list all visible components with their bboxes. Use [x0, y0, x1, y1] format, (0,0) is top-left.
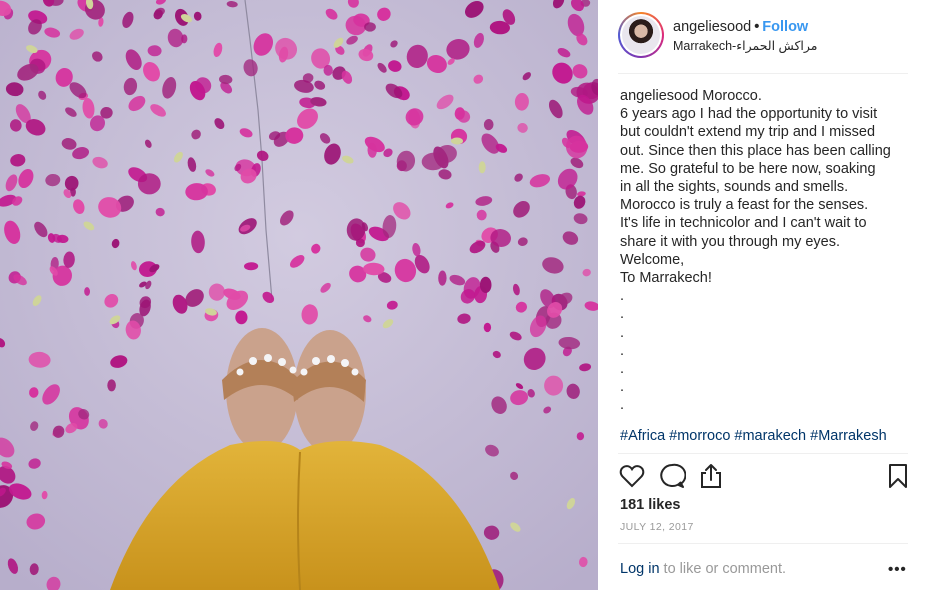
- petal: [483, 322, 492, 333]
- post-header: angeliesood • Follow Marrakech-مراكش الحمر…: [598, 0, 928, 74]
- more-options-icon[interactable]: •••: [888, 561, 907, 578]
- hashtag-link[interactable]: #marakech: [734, 428, 806, 444]
- caption-line: share it with you through my eyes.: [620, 233, 841, 250]
- petal: [137, 173, 161, 195]
- action-bar: [618, 462, 912, 492]
- divider: [618, 453, 908, 454]
- caption-line: .: [620, 397, 625, 414]
- caption-line: To Marrakech!: [620, 270, 712, 287]
- caption-line: out. Since then this place has been call…: [620, 142, 891, 159]
- caption-first-line: Morocco.: [702, 88, 762, 104]
- caption-line: .: [620, 361, 625, 378]
- petal: [107, 379, 116, 392]
- caption-line: 6 years ago I had the opportunity to vis…: [620, 106, 878, 123]
- login-link[interactable]: Log in: [620, 561, 660, 577]
- post-photo[interactable]: [0, 0, 598, 590]
- hashtag-link[interactable]: #Africa: [620, 428, 665, 444]
- caption-body: 6 years ago I had the opportunity to vis…: [620, 105, 916, 414]
- user-line: angeliesood • Follow: [673, 19, 808, 35]
- caption-line: in all the sights, sounds and smells.: [620, 179, 849, 196]
- hashtag-link[interactable]: #morroco: [669, 428, 730, 444]
- username-link[interactable]: angeliesood: [673, 19, 751, 35]
- hashtag-link[interactable]: #Marrakesh: [810, 428, 887, 444]
- caption-line: .: [620, 306, 625, 323]
- comment-prompt-text: to like or comment.: [659, 561, 787, 577]
- caption-line: Morocco is truly a feast for the senses.: [620, 197, 869, 214]
- comment-prompt: Log in to like or comment.: [620, 561, 910, 577]
- follow-button[interactable]: Follow: [762, 19, 808, 35]
- share-icon[interactable]: [697, 462, 725, 490]
- photo-image: [0, 0, 598, 590]
- caption-line: Welcome,: [620, 251, 685, 268]
- caption-line: .: [620, 324, 625, 341]
- heart-icon[interactable]: [618, 462, 646, 490]
- caption-line: It's life in technicolor and I can't wai…: [620, 215, 867, 232]
- caption-line: .: [620, 379, 625, 396]
- petal: [479, 276, 492, 293]
- bookmark-icon[interactable]: [884, 462, 912, 490]
- divider: [618, 543, 908, 544]
- avatar[interactable]: [618, 12, 664, 58]
- likes-count[interactable]: 181 likes: [620, 497, 680, 513]
- caption-line: .: [620, 288, 625, 305]
- caption-line: but couldn't extend my trip and I missed: [620, 124, 876, 141]
- location-link[interactable]: Marrakech-مراكش الحمراء: [673, 38, 817, 53]
- divider: [618, 73, 908, 74]
- caption-username[interactable]: angeliesood: [620, 88, 698, 104]
- petal: [235, 310, 248, 325]
- caption-line: me. So grateful to be here now, soaking: [620, 160, 876, 177]
- hashtags: #Africa #morroco #marakech #Marrakesh: [620, 428, 891, 444]
- petal: [323, 64, 333, 76]
- caption-line: .: [620, 342, 625, 359]
- post-date[interactable]: JULY 12, 2017: [620, 521, 694, 533]
- caption: angeliesood Morocco. 6 years ago I had t…: [620, 87, 916, 415]
- comment-icon[interactable]: [658, 462, 686, 490]
- petal: [364, 22, 376, 32]
- post-details-panel: angeliesood • Follow Marrakech-مراكش الحمر…: [598, 0, 928, 590]
- separator-dot: •: [754, 19, 760, 35]
